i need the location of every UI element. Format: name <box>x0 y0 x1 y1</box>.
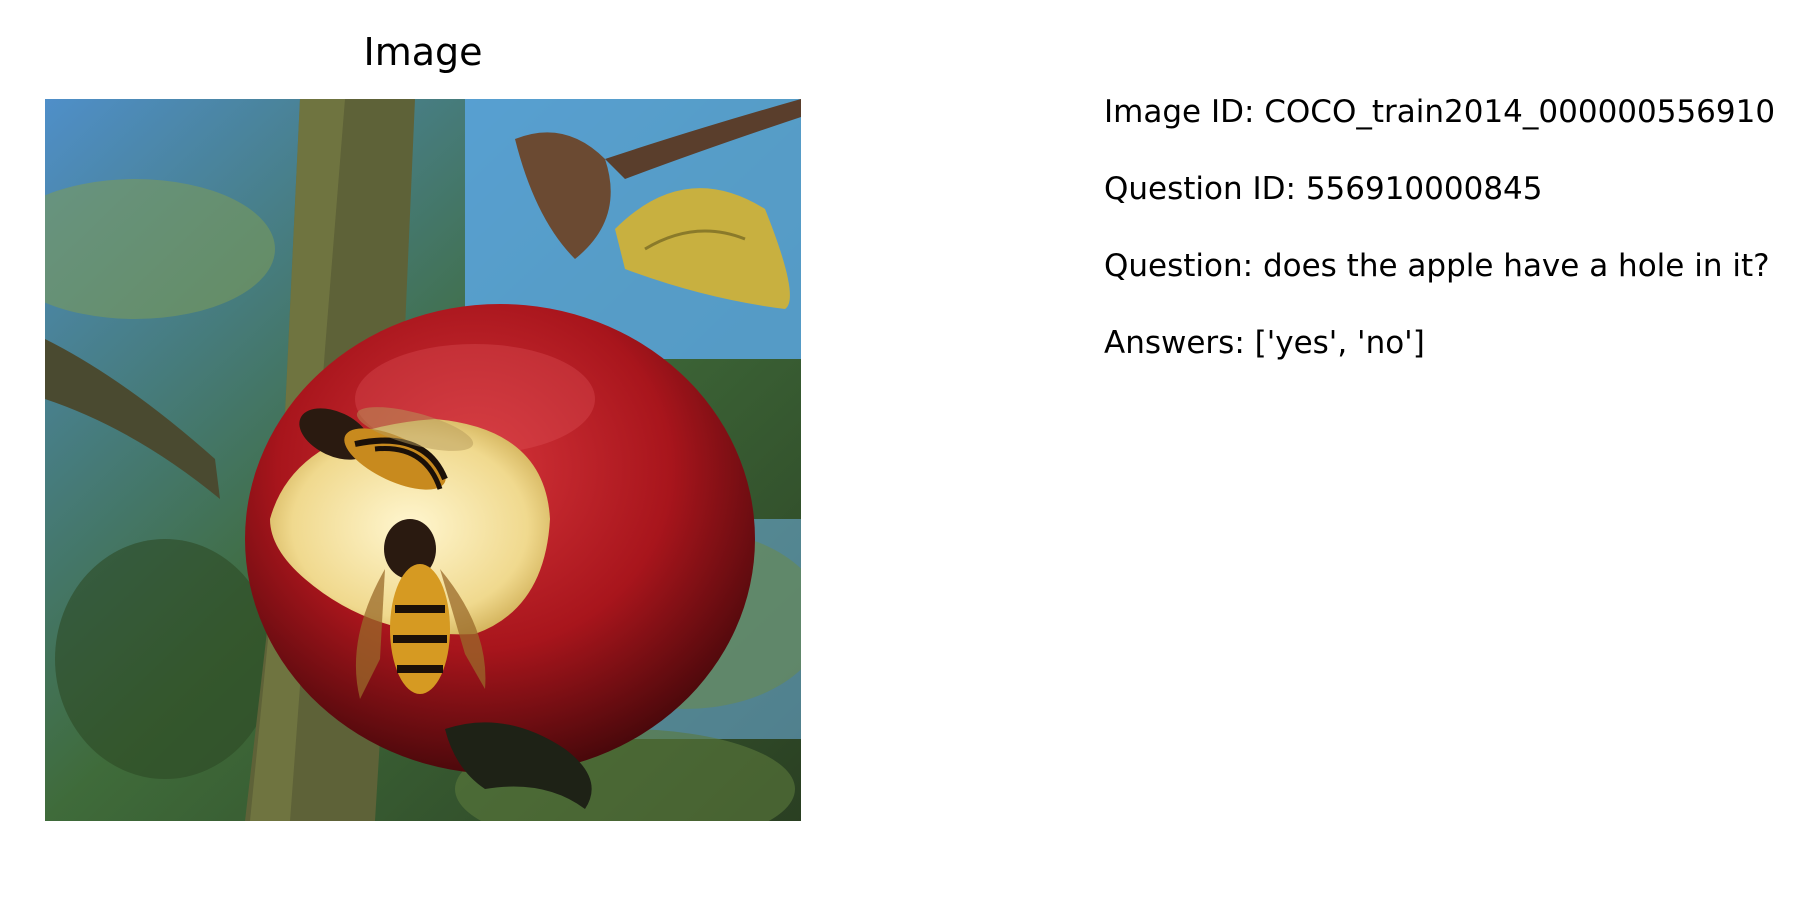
apple-photo <box>45 99 801 821</box>
answers-text: Answers: ['yes', 'no'] <box>1104 325 1425 361</box>
question-id-text: Question ID: 556910000845 <box>1104 171 1543 207</box>
question-text: Question: does the apple have a hole in … <box>1104 248 1770 284</box>
vqa-info-panel: Image ID: COCO_train2014_000000556910 Qu… <box>847 93 1777 401</box>
panel-title: Image <box>363 30 483 74</box>
image-id-text: Image ID: COCO_train2014_000000556910 <box>1104 94 1776 130</box>
